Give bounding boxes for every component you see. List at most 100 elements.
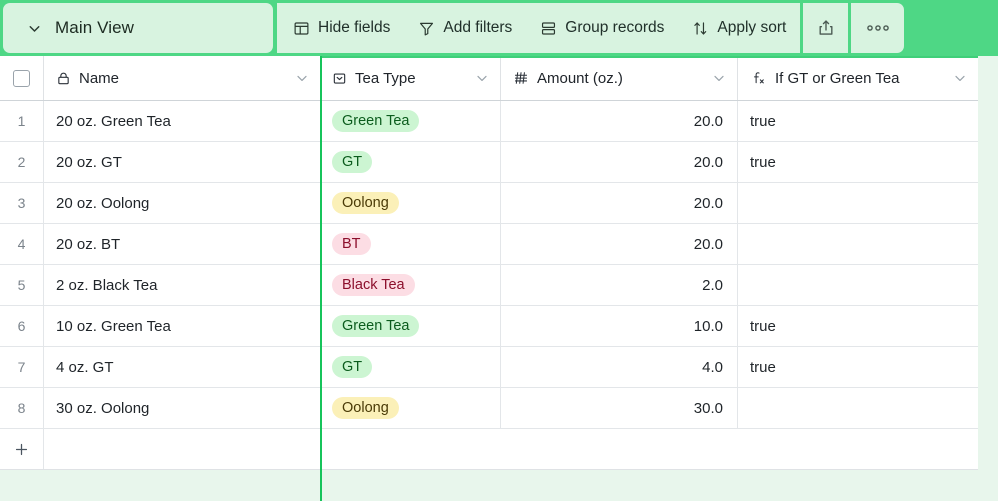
tea-type-tag: Green Tea — [332, 315, 420, 337]
airtable-grid-app: Main View Hide fields Add filters Group — [0, 0, 998, 501]
table-row[interactable]: 4 20 oz. BT BT 20.0 — [0, 224, 978, 265]
apply-sort-label: Apply sort — [717, 19, 787, 36]
cell-amount[interactable]: 2.0 — [501, 265, 738, 305]
row-number: 4 — [0, 224, 44, 264]
chevron-down-icon[interactable] — [952, 70, 968, 86]
cell-name[interactable]: 2 oz. Black Tea — [44, 265, 320, 305]
cell-tea-type[interactable]: BT — [320, 224, 501, 264]
select-all-checkbox[interactable] — [13, 69, 30, 87]
cell-amount[interactable]: 20.0 — [501, 101, 738, 141]
table-row[interactable]: 1 20 oz. Green Tea Green Tea 20.0 true — [0, 101, 978, 142]
column-header-formula-label: If GT or Green Tea — [775, 69, 900, 87]
cell-formula-result[interactable]: true — [738, 347, 978, 387]
group-records-button[interactable]: Group records — [526, 3, 678, 53]
apply-sort-button[interactable]: Apply sort — [678, 3, 800, 53]
grid-right-padding — [978, 56, 998, 501]
lock-icon — [56, 71, 71, 86]
chevron-down-icon[interactable] — [474, 70, 490, 86]
hide-fields-icon — [293, 20, 310, 37]
cell-name[interactable]: 20 oz. Oolong — [44, 183, 320, 223]
table-row[interactable]: 74 oz. GT GT 4.0 true — [0, 347, 978, 388]
formula-icon — [750, 70, 767, 87]
cell-name[interactable]: 30 oz. Oolong — [44, 388, 320, 428]
column-header-amount-label: Amount (oz.) — [537, 69, 623, 87]
filter-icon — [418, 20, 435, 37]
column-header-formula[interactable]: If GT or Green Tea — [738, 56, 978, 100]
select-all-cell[interactable] — [0, 56, 44, 100]
tea-type-tag: BT — [332, 233, 371, 255]
cell-tea-type[interactable]: Black Tea — [320, 265, 501, 305]
cell-tea-type[interactable]: GT — [320, 347, 501, 387]
group-icon — [540, 20, 557, 37]
cell-amount[interactable]: 10.0 — [501, 306, 738, 346]
more-options-button[interactable] — [851, 3, 905, 53]
table-row[interactable]: 52 oz. Black Tea Black Tea 2.0 — [0, 265, 978, 306]
cell-name[interactable]: 10 oz. Green Tea — [44, 306, 320, 346]
cell-tea-type[interactable]: Oolong — [320, 388, 501, 428]
column-header-tea-type-label: Tea Type — [355, 69, 416, 87]
hide-fields-button[interactable]: Hide fields — [277, 3, 404, 53]
field-divider-line — [320, 56, 322, 501]
view-selector[interactable]: Main View — [3, 3, 273, 53]
sort-icon — [692, 20, 709, 37]
cell-amount[interactable]: 20.0 — [501, 142, 738, 182]
share-icon — [816, 18, 836, 38]
tea-type-tag: Black Tea — [332, 274, 415, 296]
add-row-empty-area[interactable] — [44, 429, 978, 469]
tea-type-tag: Oolong — [332, 397, 399, 419]
add-filters-button[interactable]: Add filters — [404, 3, 526, 53]
table-row[interactable]: 2 20 oz. GT GT 20.0 true — [0, 142, 978, 183]
cell-name[interactable]: 20 oz. GT — [44, 142, 320, 182]
single-select-icon — [332, 71, 347, 86]
cell-formula-result[interactable]: true — [738, 306, 978, 346]
row-number: 3 — [0, 183, 44, 223]
chevron-down-icon[interactable] — [711, 70, 727, 86]
row-number: 1 — [0, 101, 44, 141]
data-grid: Name Tea Type Amount (oz.) If GT or Gree… — [0, 56, 978, 470]
tea-type-tag: Oolong — [332, 192, 399, 214]
toolbar-actions: Hide fields Add filters Group records Ap… — [277, 3, 801, 53]
row-number: 8 — [0, 388, 44, 428]
cell-formula-result[interactable]: true — [738, 142, 978, 182]
cell-amount[interactable]: 4.0 — [501, 347, 738, 387]
cell-formula-result[interactable] — [738, 224, 978, 264]
grid-header-row: Name Tea Type Amount (oz.) If GT or Gree… — [0, 56, 978, 101]
cell-formula-result[interactable] — [738, 388, 978, 428]
chevron-down-icon[interactable] — [294, 70, 310, 86]
cell-name[interactable]: 20 oz. BT — [44, 224, 320, 264]
cell-tea-type[interactable]: Green Tea — [320, 306, 501, 346]
plus-icon[interactable] — [0, 429, 44, 469]
column-header-name-label: Name — [79, 69, 120, 87]
cell-tea-type[interactable]: GT — [320, 142, 501, 182]
grid-top-accent-line — [320, 56, 978, 58]
table-row[interactable]: 3 20 oz. Oolong Oolong 20.0 — [0, 183, 978, 224]
group-records-label: Group records — [565, 19, 665, 36]
share-button[interactable] — [803, 3, 849, 53]
cell-formula-result[interactable]: true — [738, 101, 978, 141]
tea-type-tag: GT — [332, 356, 373, 378]
row-number: 2 — [0, 142, 44, 182]
column-header-amount[interactable]: Amount (oz.) — [501, 56, 738, 100]
toolbar: Main View Hide fields Add filters Group — [0, 0, 998, 56]
cell-name[interactable]: 20 oz. Green Tea — [44, 101, 320, 141]
add-row-button[interactable] — [0, 429, 978, 470]
cell-name[interactable]: 4 oz. GT — [44, 347, 320, 387]
cell-amount[interactable]: 20.0 — [501, 183, 738, 223]
cell-formula-result[interactable] — [738, 265, 978, 305]
cell-tea-type[interactable]: Green Tea — [320, 101, 501, 141]
cell-amount[interactable]: 20.0 — [501, 224, 738, 264]
table-row[interactable]: 6 10 oz. Green Tea Green Tea 10.0 true — [0, 306, 978, 347]
column-header-name[interactable]: Name — [44, 56, 320, 100]
tea-type-tag: Green Tea — [332, 110, 420, 132]
chevron-down-icon[interactable] — [17, 20, 51, 37]
more-options-icon — [865, 23, 891, 33]
column-header-tea-type[interactable]: Tea Type — [320, 56, 501, 100]
cell-formula-result[interactable] — [738, 183, 978, 223]
row-number: 7 — [0, 347, 44, 387]
view-name-label: Main View — [55, 18, 135, 37]
cell-amount[interactable]: 30.0 — [501, 388, 738, 428]
hide-fields-label: Hide fields — [318, 19, 391, 36]
table-row[interactable]: 8 30 oz. Oolong Oolong 30.0 — [0, 388, 978, 429]
cell-tea-type[interactable]: Oolong — [320, 183, 501, 223]
number-icon — [513, 70, 529, 86]
